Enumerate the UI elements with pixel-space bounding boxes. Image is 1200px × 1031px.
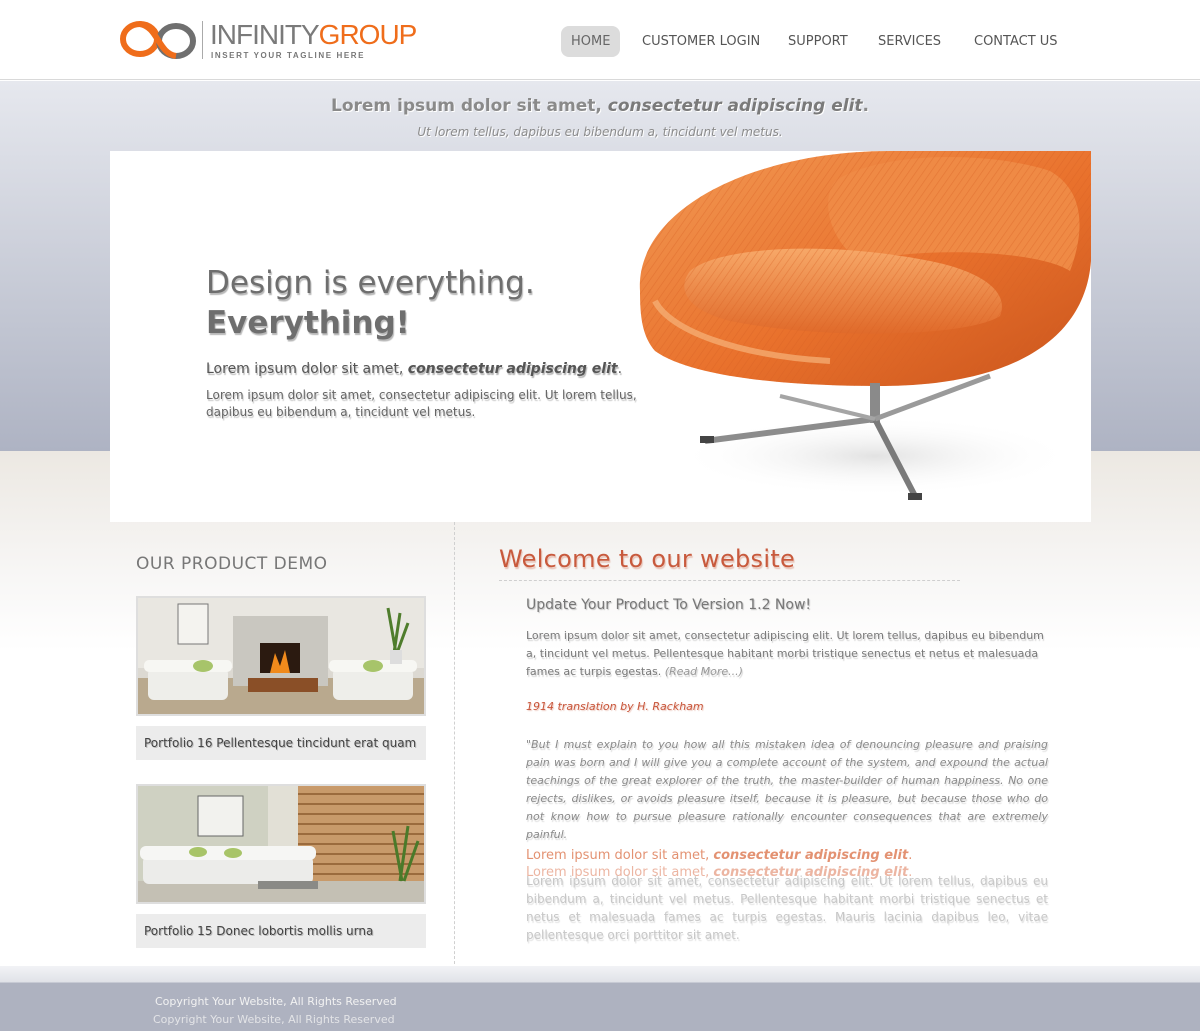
portfolio-image-16[interactable] <box>136 596 426 716</box>
nav-home[interactable]: HOME <box>561 26 621 57</box>
hero-panel: Design is everything. Everything! Lorem … <box>110 151 1091 522</box>
accent-lead: Lorem ipsum dolor sit amet, consectetur … <box>526 847 912 864</box>
orange-armchair-image <box>639 151 1091 500</box>
read-more-link[interactable]: (Read More...) <box>665 665 743 678</box>
translation-title: 1914 translation by H. Rackham <box>526 700 704 713</box>
quote-text: "But I must explain to you how all this … <box>526 738 1048 841</box>
nav-customer-login[interactable]: CUSTOMER LOGIN <box>642 26 760 57</box>
sidebar-divider <box>454 522 455 984</box>
hero-tagline: Lorem ipsum dolor sit amet, consectetur … <box>0 96 1200 116</box>
main-nav: HOME CUSTOMER LOGIN SUPPORT SERVICES CON… <box>0 26 1200 57</box>
sidebar-title: OUR PRODUCT DEMO <box>136 554 328 574</box>
nav-support[interactable]: SUPPORT <box>788 26 848 57</box>
hero-tagline-end: . <box>862 96 869 116</box>
accent-lead-italic: consectetur adipiscing elit <box>713 848 909 863</box>
portfolio-caption-15[interactable]: Portfolio 15 Donec lobortis mollis urna <box>136 914 426 948</box>
hero-lead-plain: Lorem ipsum dolor sit amet, <box>206 361 404 377</box>
hero-text: Lorem ipsum dolor sit amet, consectetur … <box>206 388 637 419</box>
update-text: Lorem ipsum dolor sit amet, consectetur … <box>526 627 1048 681</box>
hero-subtagline: Ut lorem tellus, dapibus eu bibendum a, … <box>417 125 783 139</box>
update-body: Lorem ipsum dolor sit amet, consectetur … <box>526 629 1044 678</box>
nav-contact-us[interactable]: CONTACT US <box>974 26 1058 57</box>
hero-lead-end: . <box>617 361 623 377</box>
hero-tagline-plain: Lorem ipsum dolor sit amet, <box>330 96 602 116</box>
hero-heading: Design is everything. Everything! <box>206 263 535 343</box>
footer-copyright: Copyright Your Website, All Rights Reser… <box>155 995 397 1008</box>
hero-heading-line2: Everything! <box>206 305 410 341</box>
hero-lead-italic: consectetur adipiscing elit <box>407 361 618 377</box>
portfolio-image-15[interactable] <box>136 784 426 904</box>
living-room-fireplace-image <box>138 598 424 714</box>
nav-services[interactable]: SERVICES <box>878 26 941 57</box>
accent-lead-plain: Lorem ipsum dolor sit amet, <box>526 848 710 863</box>
hero-heading-line1: Design is everything. <box>206 265 535 301</box>
accent-text: Lorem ipsum dolor sit amet, consectetur … <box>526 874 1048 942</box>
living-room-blinds-image <box>138 786 424 902</box>
update-title[interactable]: Update Your Product To Version 1.2 Now! <box>526 597 811 613</box>
welcome-title: Welcome to our website <box>499 545 796 573</box>
hero-lead: Lorem ipsum dolor sit amet, consectetur … <box>206 361 622 377</box>
portfolio-caption-16[interactable]: Portfolio 16 Pellentesque tincidunt erat… <box>136 726 426 760</box>
accent-lead-end: . <box>908 848 913 863</box>
welcome-divider <box>499 580 960 581</box>
hero-tagline-italic: consectetur adipiscing elit <box>607 96 863 116</box>
site-header: INFINITYGROUP INSERT YOUR TAGLINE HERE H… <box>0 0 1200 80</box>
